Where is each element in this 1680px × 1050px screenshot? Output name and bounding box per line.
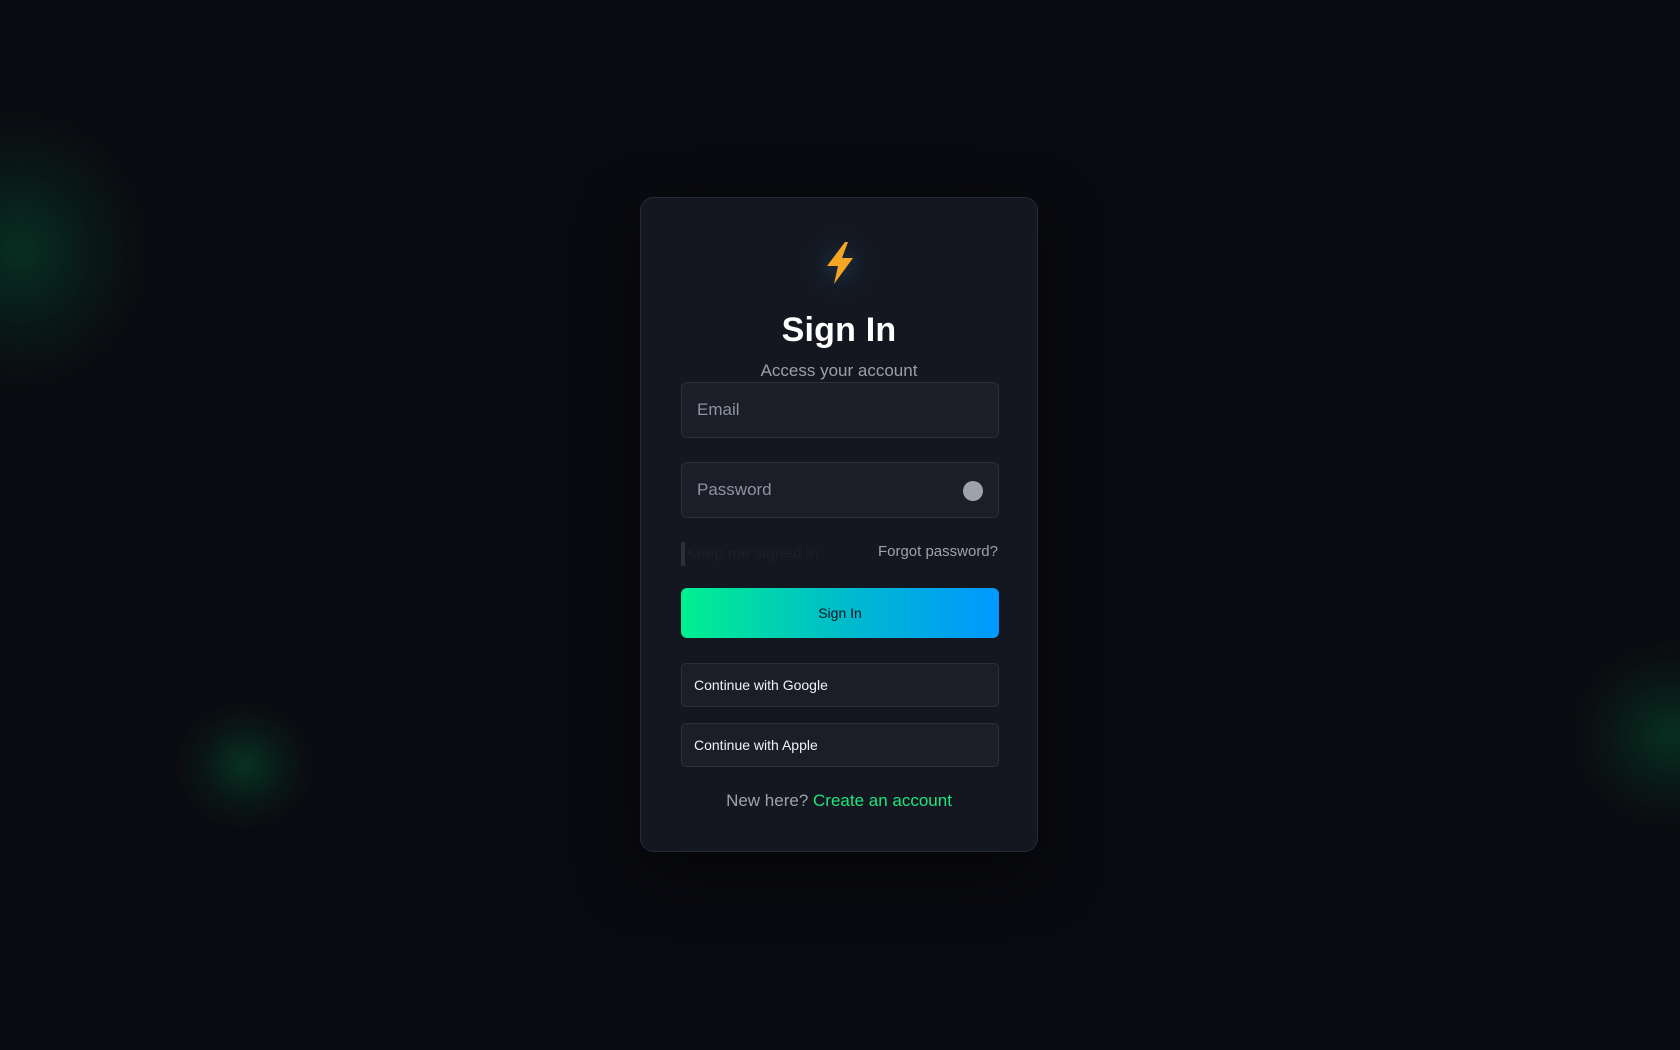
forgot-password-link[interactable]: Forgot password? xyxy=(878,543,998,561)
email-field[interactable] xyxy=(682,383,998,437)
remember-label[interactable]: Keep me signed in xyxy=(686,544,819,564)
password-field-container xyxy=(681,462,999,518)
background-glow-right xyxy=(1570,640,1680,830)
signup-prompt-text: New here? xyxy=(726,791,809,810)
sign-in-card: Sign In Access your account Keep me sign… xyxy=(640,197,1038,852)
background-glow-left xyxy=(0,110,150,390)
page-subtitle: Access your account xyxy=(760,361,918,380)
apple-sign-in-button[interactable]: Continue with Apple xyxy=(681,723,999,767)
create-account-link[interactable]: Create an account xyxy=(813,791,952,810)
sign-in-button[interactable]: Sign In xyxy=(681,588,999,638)
email-field-container xyxy=(681,382,999,438)
background-glow-bottom-left xyxy=(175,700,315,830)
eye-toggle-icon[interactable] xyxy=(963,481,983,501)
page-background: Sign In Access your account Keep me sign… xyxy=(0,0,1680,1050)
page-title: Sign In xyxy=(781,311,897,349)
google-sign-in-button[interactable]: Continue with Google xyxy=(681,663,999,707)
logo xyxy=(800,225,880,305)
signup-prompt: New here? Create an account xyxy=(641,791,1037,811)
lightning-bolt-icon xyxy=(827,242,853,284)
remember-checkbox[interactable] xyxy=(681,542,685,566)
password-field[interactable] xyxy=(682,463,998,517)
